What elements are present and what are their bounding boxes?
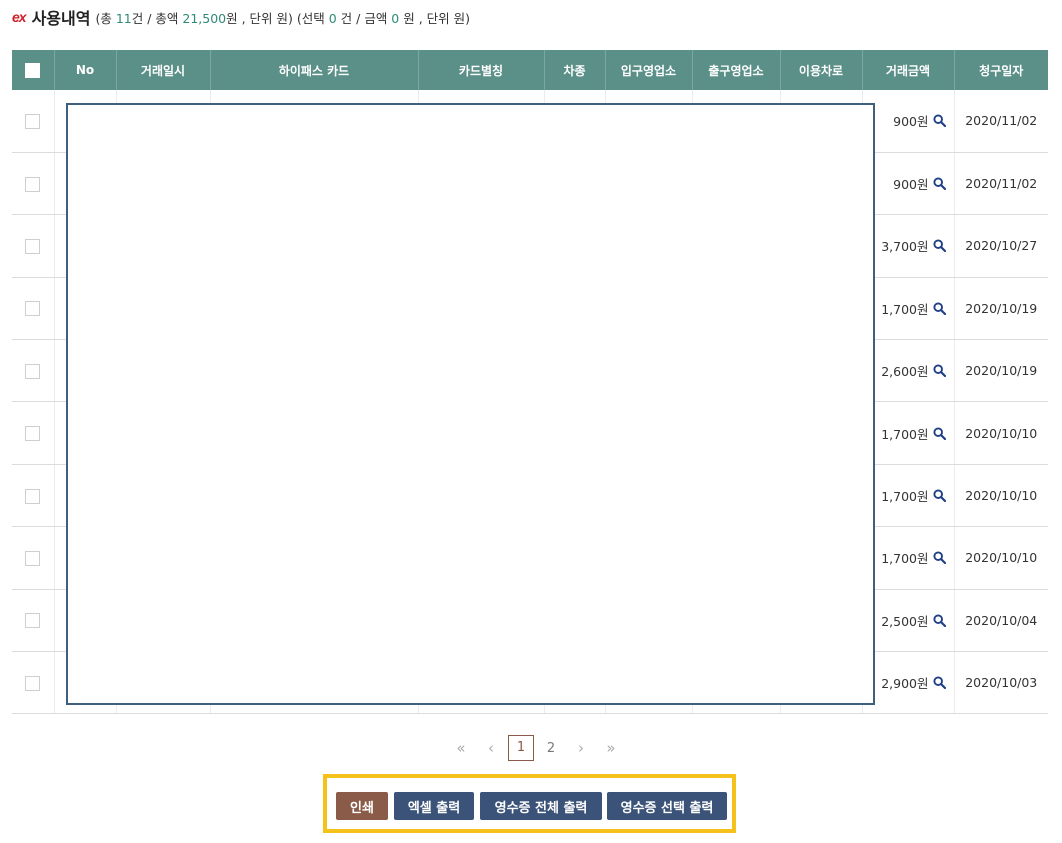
- pagination: « ‹ 1 2 › »: [446, 734, 626, 762]
- magnifier-icon[interactable]: [932, 177, 946, 191]
- amount-value: 2,500원: [881, 613, 929, 629]
- row-checkbox[interactable]: [25, 363, 41, 379]
- billing-date-cell: 2020/11/02: [954, 152, 1048, 216]
- billing-date-cell: 2020/10/10: [954, 464, 1048, 528]
- page-2-button[interactable]: 2: [536, 741, 566, 756]
- billing-date-cell: 2020/10/19: [954, 339, 1048, 403]
- amount-cell: 2,900원: [862, 651, 955, 715]
- row-checkbox[interactable]: [25, 613, 41, 629]
- amount-cell: 1,700원: [862, 277, 955, 341]
- amount-cell: 900원: [862, 152, 955, 216]
- column-header: 입구영업소: [605, 50, 693, 90]
- amount-value: 2,600원: [881, 364, 929, 380]
- row-select-cell[interactable]: [12, 152, 55, 216]
- column-header: 카드별칭: [418, 50, 545, 90]
- magnifier-icon[interactable]: [932, 551, 946, 565]
- row-select-cell[interactable]: [12, 214, 55, 278]
- column-header: 출구영업소: [692, 50, 781, 90]
- magnifier-icon[interactable]: [932, 114, 946, 128]
- magnifier-icon[interactable]: [932, 302, 946, 315]
- first-page-button[interactable]: «: [446, 739, 476, 757]
- column-header: 하이패스 카드: [210, 50, 419, 90]
- row-checkbox[interactable]: [25, 113, 41, 129]
- amount-cell: 1,700원: [862, 464, 955, 528]
- section-header: ex 사용내역 (총 11건 / 총액 21,500원 , 단위 원) (선택 …: [12, 6, 470, 28]
- billing-date-cell: 2020/10/04: [954, 589, 1048, 653]
- action-button-group: 인쇄 엑셀 출력 영수증 전체 출력 영수증 선택 출력: [323, 774, 736, 833]
- magnifier-icon[interactable]: [932, 676, 946, 690]
- billing-date-cell: 2020/10/10: [954, 401, 1048, 465]
- page-1-button[interactable]: 1: [508, 735, 534, 761]
- next-page-button[interactable]: ›: [566, 739, 596, 757]
- redacted-area: [66, 103, 875, 705]
- row-checkbox[interactable]: [25, 675, 41, 691]
- row-select-cell[interactable]: [12, 401, 55, 465]
- magnifier-icon[interactable]: [932, 239, 946, 253]
- amount-value: 1,700원: [881, 489, 929, 505]
- column-header: 차종: [544, 50, 606, 90]
- row-select-cell[interactable]: [12, 526, 55, 590]
- billing-date-cell: 2020/11/02: [954, 90, 1048, 153]
- amount-cell: 3,700원: [862, 214, 955, 278]
- magnifier-icon[interactable]: [932, 427, 946, 440]
- row-checkbox[interactable]: [25, 238, 41, 254]
- billing-date-cell: 2020/10/19: [954, 277, 1048, 341]
- page-title: 사용내역: [31, 9, 91, 28]
- print-button[interactable]: 인쇄: [336, 792, 388, 820]
- amount-cell: 1,700원: [862, 401, 955, 465]
- row-select-cell[interactable]: [12, 464, 55, 528]
- row-checkbox[interactable]: [25, 176, 41, 192]
- column-header: 청구일자: [954, 50, 1048, 90]
- amount-value: 2,900원: [881, 676, 929, 692]
- last-page-button[interactable]: »: [596, 739, 626, 757]
- row-select-cell[interactable]: [12, 90, 55, 153]
- row-checkbox[interactable]: [25, 488, 41, 504]
- billing-date-cell: 2020/10/10: [954, 526, 1048, 590]
- prev-page-button[interactable]: ‹: [476, 739, 506, 757]
- amount-cell: 900원: [862, 90, 955, 153]
- table-header-row: No 거래일시 하이패스 카드 카드별칭 차종 입구영업소 출구영업소 이용차로…: [12, 50, 1048, 90]
- amount-value: 1,700원: [881, 426, 929, 442]
- amount-value: 1,700원: [881, 301, 929, 317]
- amount-cell: 1,700원: [862, 526, 955, 590]
- magnifier-icon[interactable]: [932, 489, 946, 503]
- receipt-all-button[interactable]: 영수증 전체 출력: [480, 792, 602, 820]
- row-select-cell[interactable]: [12, 651, 55, 715]
- amount-value: 1,700원: [881, 551, 929, 567]
- amount-value: 900원: [893, 114, 929, 130]
- row-checkbox[interactable]: [25, 301, 41, 317]
- billing-date-cell: 2020/10/03: [954, 651, 1048, 715]
- column-header: 이용차로: [780, 50, 863, 90]
- total-amount: 21,500: [182, 10, 227, 26]
- select-all-cell[interactable]: [12, 50, 55, 90]
- magnifier-icon[interactable]: [932, 364, 946, 378]
- row-checkbox[interactable]: [25, 426, 41, 442]
- column-header: 거래일시: [116, 50, 211, 90]
- row-checkbox[interactable]: [25, 550, 41, 566]
- amount-cell: 2,500원: [862, 589, 955, 653]
- magnifier-icon[interactable]: [932, 614, 946, 627]
- column-header: 거래금액: [862, 50, 955, 90]
- row-select-cell[interactable]: [12, 277, 55, 341]
- billing-date-cell: 2020/10/27: [954, 214, 1048, 278]
- total-count: 11: [115, 10, 132, 26]
- select-all-checkbox[interactable]: [25, 62, 41, 78]
- amount-cell: 2,600원: [862, 339, 955, 403]
- usage-summary: (총 11건 / 총액 21,500원 , 단위 원) (선택 0 건 / 금액…: [95, 10, 470, 26]
- excel-export-button[interactable]: 엑셀 출력: [394, 792, 474, 820]
- amount-value: 900원: [893, 177, 929, 193]
- amount-value: 3,700원: [881, 239, 929, 255]
- row-select-cell[interactable]: [12, 589, 55, 653]
- selected-count: 0: [328, 10, 337, 26]
- row-select-cell[interactable]: [12, 339, 55, 403]
- column-header: No: [54, 50, 117, 90]
- ex-logo: ex: [12, 9, 27, 25]
- receipt-selected-button[interactable]: 영수증 선택 출력: [607, 792, 727, 820]
